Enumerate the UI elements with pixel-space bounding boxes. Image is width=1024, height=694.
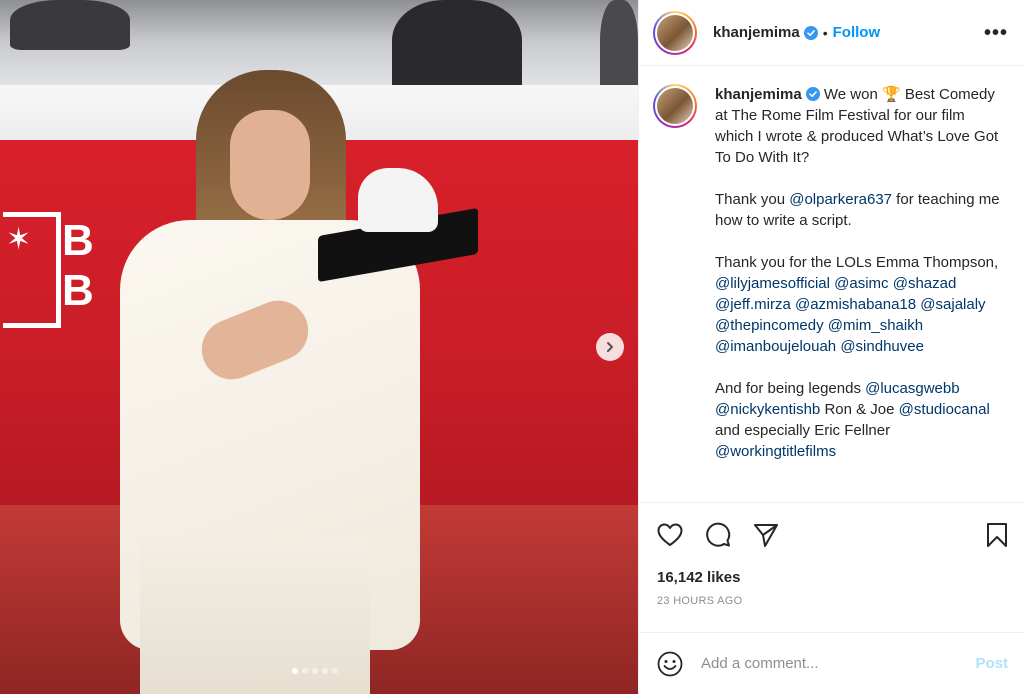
caption-paragraph: khanjemima We won 🏆 Best Comedy at The R… bbox=[715, 84, 1005, 168]
mention-link[interactable]: @imanboujelouah bbox=[715, 338, 836, 355]
carousel-dot bbox=[322, 668, 328, 674]
post-comment-button[interactable]: Post bbox=[975, 655, 1008, 672]
mention-link[interactable]: @lilyjamesofficial bbox=[715, 275, 830, 292]
mention-link[interactable]: @shazad bbox=[893, 275, 957, 292]
avatar[interactable] bbox=[653, 10, 697, 55]
post-header: khanjemima • Follow ••• bbox=[639, 0, 1024, 66]
bookmark-icon[interactable] bbox=[986, 522, 1008, 548]
comment-bar: Post bbox=[639, 632, 1024, 694]
caption-line: Ron & Joe bbox=[820, 401, 899, 418]
post-photo[interactable]: ✶ B B AS bbox=[0, 0, 638, 694]
woman-in-white-suit bbox=[100, 70, 440, 694]
caption-line: Thank you bbox=[715, 191, 790, 208]
caption-line: and especially Eric Fellner bbox=[715, 422, 891, 439]
brand-star-icon: ✶ bbox=[6, 223, 32, 256]
mention-link[interactable]: @thepincomedy bbox=[715, 317, 824, 334]
carousel-next-button[interactable] bbox=[596, 333, 624, 361]
comment-input[interactable] bbox=[701, 655, 976, 672]
separator-dot: • bbox=[822, 24, 828, 41]
action-icons bbox=[657, 521, 1008, 549]
mention-link[interactable]: @olparkera637 bbox=[789, 191, 892, 208]
avatar[interactable] bbox=[653, 84, 697, 128]
follow-button[interactable]: Follow bbox=[833, 24, 881, 41]
banner-text-line: B bbox=[62, 216, 100, 265]
banner-text: B B bbox=[62, 216, 100, 316]
comment-icon[interactable] bbox=[705, 522, 731, 548]
mention-link[interactable]: @mim_shaikh bbox=[828, 317, 923, 334]
carousel-dot bbox=[292, 668, 298, 674]
mention-link[interactable]: @sindhuvee bbox=[840, 338, 924, 355]
caption-line: Thank you for the LOLs Emma Thompson, bbox=[715, 254, 999, 271]
mention-link[interactable]: @asimc bbox=[834, 275, 888, 292]
caption-paragraph: Thank you for the LOLs Emma Thompson, @l… bbox=[715, 252, 1005, 357]
caption-area: khanjemima We won 🏆 Best Comedy at The R… bbox=[639, 66, 1024, 502]
verified-badge-icon bbox=[803, 25, 818, 40]
caption-username-link[interactable]: khanjemima bbox=[715, 86, 802, 103]
mention-link[interactable]: @jeff.mirza bbox=[715, 296, 791, 313]
caption-paragraph: Thank you @olparkera637 for teaching me … bbox=[715, 189, 1005, 231]
post-sidebar: khanjemima • Follow ••• khanjemima We wo… bbox=[638, 0, 1024, 694]
mention-link[interactable]: @azmishabana18 bbox=[795, 296, 916, 313]
mention-link[interactable]: @sajalaly bbox=[920, 296, 985, 313]
share-icon[interactable] bbox=[753, 522, 779, 548]
post-timestamp[interactable]: 23 HOURS AGO bbox=[657, 595, 1008, 607]
caption-line: And for being legends bbox=[715, 380, 866, 397]
mention-link[interactable]: @studiocanal bbox=[899, 401, 990, 418]
emoji-icon[interactable] bbox=[657, 651, 683, 677]
more-options-button[interactable]: ••• bbox=[984, 23, 1008, 43]
carousel-dot bbox=[312, 668, 318, 674]
mention-link[interactable]: @nickykentishb bbox=[715, 401, 820, 418]
carousel-dots bbox=[292, 668, 338, 674]
carousel-dot bbox=[302, 668, 308, 674]
chevron-right-icon bbox=[607, 342, 613, 352]
post-actions: 16,142 likes 23 HOURS AGO bbox=[639, 502, 1024, 632]
mention-link[interactable]: @lucasgwebb bbox=[865, 380, 959, 397]
likes-count[interactable]: 16,142 likes bbox=[657, 569, 1008, 586]
crowd-person bbox=[10, 0, 130, 50]
caption-paragraph: And for being legends @lucasgwebb @nicky… bbox=[715, 378, 1005, 462]
carousel-dot bbox=[332, 668, 338, 674]
username-link[interactable]: khanjemima bbox=[713, 24, 800, 41]
face bbox=[230, 110, 310, 220]
mention-link[interactable]: @workingtitlefilms bbox=[715, 443, 836, 460]
heart-icon[interactable] bbox=[657, 523, 683, 547]
banner-text-line: B bbox=[62, 266, 100, 315]
verified-badge-icon bbox=[805, 87, 820, 101]
caption-text: khanjemima We won 🏆 Best Comedy at The R… bbox=[715, 84, 1005, 502]
